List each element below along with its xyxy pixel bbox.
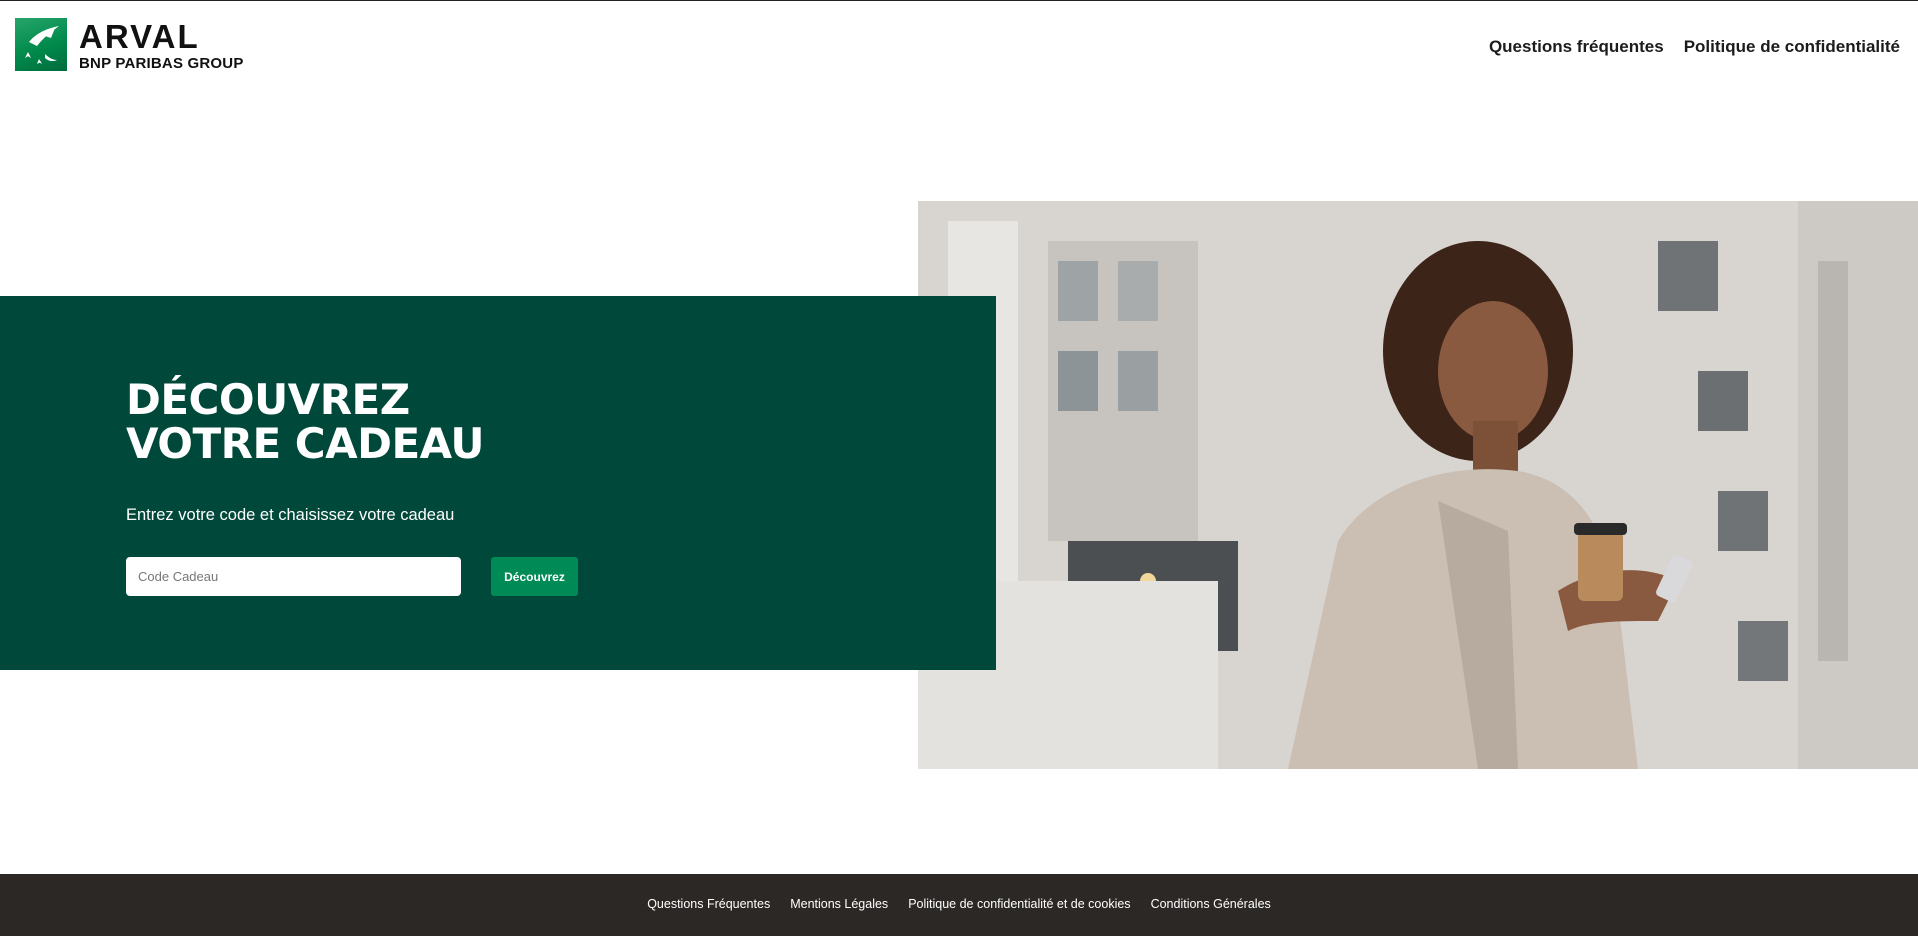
nav-link-privacy-policy[interactable]: Politique de confidentialité bbox=[1684, 37, 1900, 57]
logo-wordmark: ARVAL BNP PARIBAS GROUP bbox=[79, 20, 244, 71]
footer-link-privacy-cookies[interactable]: Politique de confidentialité et de cooki… bbox=[908, 897, 1130, 911]
hero-title-line-2: VOTRE CADEAU bbox=[126, 419, 484, 468]
hero-title: DÉCOUVREZ VOTRE CADEAU bbox=[126, 378, 484, 466]
hero-title-line-1: DÉCOUVREZ bbox=[126, 375, 410, 424]
footer-links: Questions Fréquentes Mentions Légales Po… bbox=[647, 897, 1271, 911]
hero-photo bbox=[918, 201, 1918, 769]
discover-button[interactable]: Découvrez bbox=[491, 557, 578, 596]
footer-link-legal-notices[interactable]: Mentions Légales bbox=[790, 897, 888, 911]
gift-code-input[interactable] bbox=[126, 557, 461, 596]
bnp-stars-icon bbox=[15, 18, 67, 71]
site-footer: Questions Fréquentes Mentions Légales Po… bbox=[0, 874, 1918, 936]
nav-link-faq[interactable]: Questions fréquentes bbox=[1489, 37, 1664, 57]
hero-panel: DÉCOUVREZ VOTRE CADEAU Entrez votre code… bbox=[0, 296, 996, 670]
logo-brand-text: ARVAL bbox=[79, 18, 200, 55]
footer-link-terms[interactable]: Conditions Générales bbox=[1151, 897, 1271, 911]
top-nav: Questions fréquentes Politique de confid… bbox=[1489, 37, 1900, 57]
site-header: ARVAL BNP PARIBAS GROUP Questions fréque… bbox=[0, 1, 1918, 91]
footer-link-faq[interactable]: Questions Fréquentes bbox=[647, 897, 770, 911]
logo-group-text: BNP PARIBAS GROUP bbox=[79, 55, 244, 72]
arval-logo[interactable]: ARVAL BNP PARIBAS GROUP bbox=[15, 18, 244, 71]
hero-subtitle: Entrez votre code et chaisissez votre ca… bbox=[126, 506, 455, 524]
